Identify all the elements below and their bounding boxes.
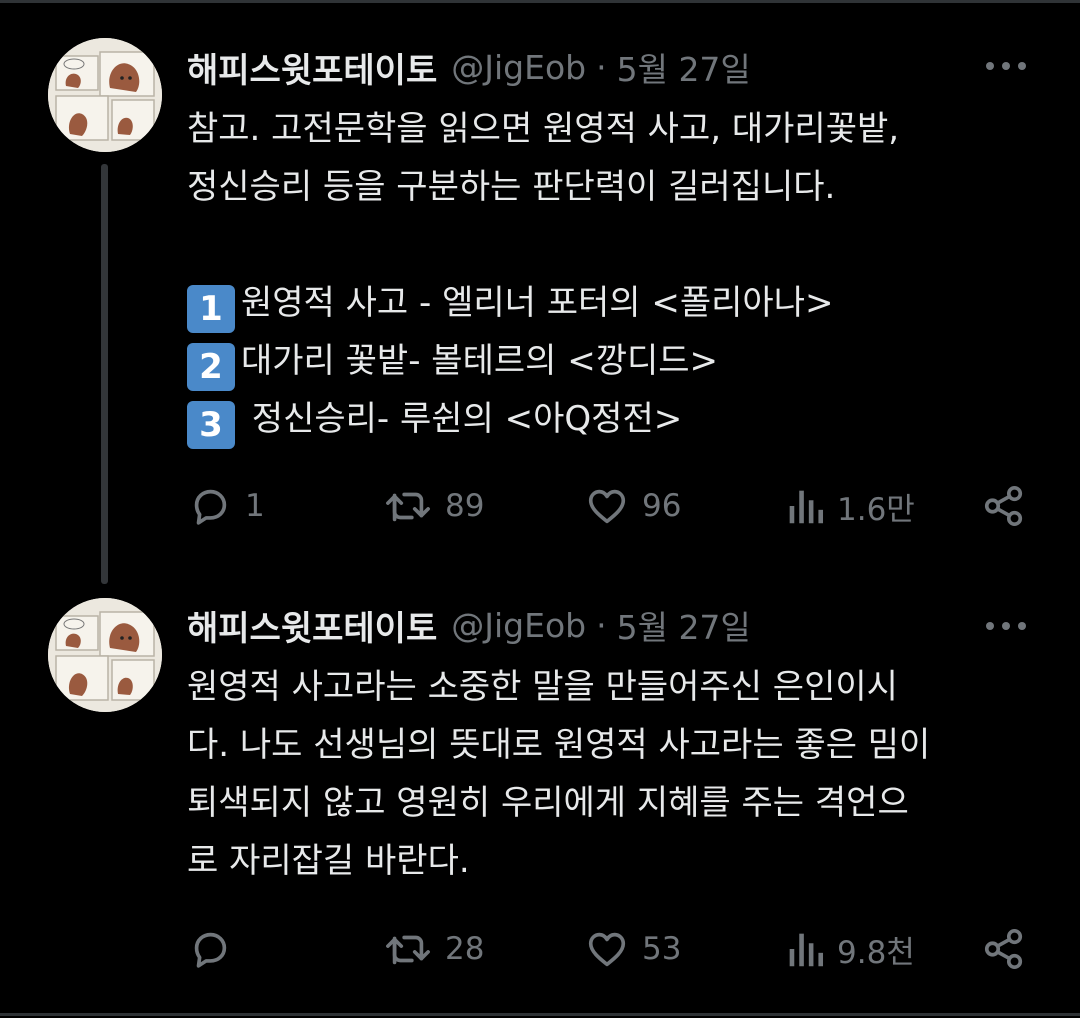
share-icon[interactable] [981, 926, 1027, 972]
separator-dot: · [596, 47, 607, 87]
views-icon[interactable] [785, 483, 825, 529]
tweet-header: 해피스윗포테이토 @JigEob · 5월 27일 [187, 40, 751, 94]
reply-button[interactable] [187, 921, 245, 977]
tweet-date[interactable]: 5월 27일 [617, 601, 751, 649]
list-item: 1 원영적 사고 - 엘리너 포터의 <폴리아나> [187, 274, 1047, 333]
like-icon[interactable] [584, 483, 630, 529]
avatar[interactable] [48, 598, 162, 712]
tweet[interactable]: 해피스윗포테이토 @JigEob · 5월 27일 참고. 고전문학을 읽으면 … [0, 0, 1080, 584]
retweet-count: 89 [445, 488, 485, 524]
list-item-text: 정신승리- 루쉰의 <아Q정전> [241, 399, 683, 439]
user-handle[interactable]: @JigEob [451, 606, 586, 645]
like-count: 96 [642, 488, 682, 524]
views-count: 1.6만 [837, 491, 915, 528]
share-icon[interactable] [981, 483, 1027, 529]
share-button[interactable] [981, 478, 1027, 534]
list-item: 3 정신승리- 루쉰의 <아Q정전> [187, 390, 1047, 449]
more-icon[interactable] [984, 616, 1028, 636]
retweet-button[interactable]: 28 [383, 921, 484, 977]
reply-button[interactable]: 1 [187, 478, 265, 534]
list-item-text: 원영적 사고 - 엘리너 포터의 <폴리아나> [241, 283, 834, 323]
retweet-icon[interactable] [383, 483, 433, 529]
retweet-icon[interactable] [383, 926, 433, 972]
text-line: 퇴색되지 않고 영원히 우리에게 지혜를 주는 격언으 [187, 783, 909, 823]
keycap-3-emoji: 3 [187, 401, 235, 449]
separator-dot: · [596, 605, 607, 645]
retweet-count: 28 [445, 931, 485, 967]
views-button[interactable]: 1.6만 [785, 478, 915, 534]
like-icon[interactable] [584, 926, 630, 972]
tweet[interactable]: 해피스윗포테이토 @JigEob · 5월 27일 원영적 사고라는 소중한 말… [0, 580, 1080, 1013]
list-item-text: 대가리 꽃밭- 볼테르의 <깡디드> [241, 341, 719, 381]
like-count: 53 [642, 931, 682, 967]
text-line: 원영적 사고라는 소중한 말을 만들어주신 은인이시 [187, 667, 898, 707]
action-bar: 28 53 9.8천 [187, 921, 1037, 977]
reply-icon[interactable] [187, 926, 233, 972]
like-button[interactable]: 96 [584, 478, 681, 534]
share-button[interactable] [981, 921, 1027, 977]
action-bar: 1 89 96 1.6만 [187, 478, 1037, 534]
text-line: 다. 나도 선생님의 뜻대로 원영적 사고라는 좋은 밈이 [187, 725, 931, 765]
retweet-button[interactable]: 89 [383, 478, 484, 534]
display-name[interactable]: 해피스윗포테이토 [187, 601, 437, 650]
user-handle[interactable]: @JigEob [451, 48, 586, 87]
avatar[interactable] [48, 38, 162, 152]
reply-icon[interactable] [187, 483, 233, 529]
views-count: 9.8천 [837, 934, 915, 971]
text-line: 로 자리잡길 바란다. [187, 841, 470, 881]
text-line: 참고. 고전문학을 읽으면 원영적 사고, 대가리꽃밭, [187, 109, 900, 149]
keycap-1-emoji: 1 [187, 285, 235, 333]
text-line: 정신승리 등을 구분하는 판단력이 길러집니다. [187, 167, 836, 207]
more-icon[interactable] [984, 56, 1028, 76]
tweet-text: 참고. 고전문학을 읽으면 원영적 사고, 대가리꽃밭, 정신승리 등을 구분하… [187, 100, 1047, 449]
display-name[interactable]: 해피스윗포테이토 [187, 43, 437, 92]
views-icon[interactable] [785, 926, 825, 972]
tweet-header: 해피스윗포테이토 @JigEob · 5월 27일 [187, 598, 751, 652]
tweet-text: 원영적 사고라는 소중한 말을 만들어주신 은인이시 다. 나도 선생님의 뜻대… [187, 658, 1047, 890]
tweet-date[interactable]: 5월 27일 [617, 43, 751, 91]
keycap-2-emoji: 2 [187, 343, 235, 391]
thread-connector [101, 164, 108, 584]
reply-count: 1 [245, 488, 265, 524]
views-button[interactable]: 9.8천 [785, 921, 915, 977]
list-item: 2 대가리 꽃밭- 볼테르의 <깡디드> [187, 332, 1047, 391]
bottom-divider [0, 1013, 1080, 1016]
like-button[interactable]: 53 [584, 921, 681, 977]
